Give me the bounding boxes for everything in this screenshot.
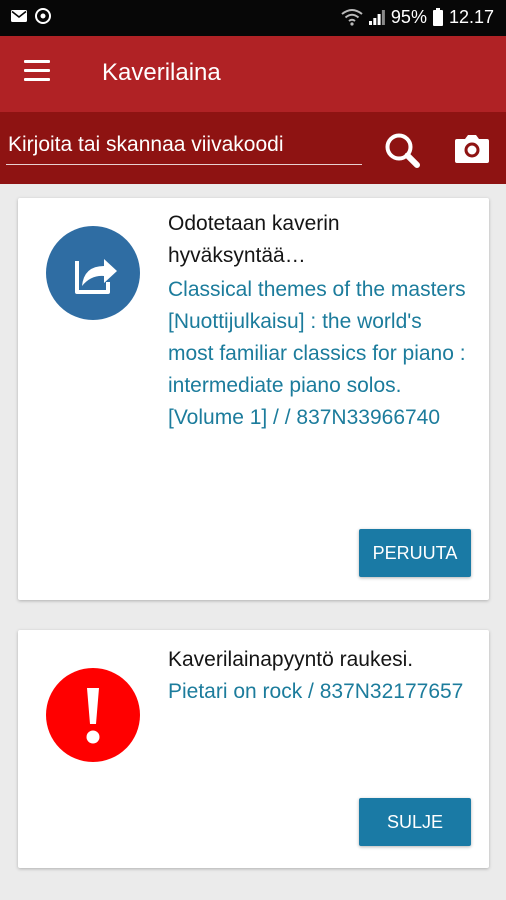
share-icon-badge bbox=[46, 226, 140, 320]
status-bar-right: 95% 12.17 bbox=[341, 6, 494, 28]
status-bar: 95% 12.17 bbox=[0, 0, 506, 36]
sync-icon bbox=[35, 8, 51, 24]
camera-icon bbox=[455, 135, 489, 163]
barcode-search-input[interactable] bbox=[6, 128, 362, 165]
battery-icon bbox=[432, 8, 443, 26]
menu-button[interactable] bbox=[22, 60, 58, 88]
search-icon bbox=[385, 133, 420, 168]
wifi-icon bbox=[341, 9, 363, 26]
pending-request-card: Odotetaan kaverin hyväksyntää… Classical… bbox=[18, 198, 489, 600]
clock: 12.17 bbox=[448, 7, 494, 27]
exclamation-icon bbox=[86, 688, 100, 744]
share-icon bbox=[75, 259, 117, 294]
signal-icon bbox=[368, 10, 385, 25]
app-bar: Kaverilaina bbox=[0, 36, 506, 112]
search-button[interactable] bbox=[380, 128, 424, 172]
card-item-link[interactable]: Classical themes of the masters [Nuottij… bbox=[168, 274, 468, 434]
cancel-button[interactable]: PERUUTA bbox=[359, 529, 471, 577]
exclamation-icon-badge bbox=[46, 668, 140, 762]
search-bar bbox=[0, 112, 506, 184]
camera-button[interactable] bbox=[452, 130, 492, 170]
card-status-text: Odotetaan kaverin hyväksyntää… bbox=[168, 212, 340, 267]
battery-percentage: 95% bbox=[390, 7, 427, 27]
status-bar-left bbox=[10, 7, 52, 25]
menu-icon bbox=[22, 60, 58, 81]
card-status-text: Kaverilainapyyntö raukesi. bbox=[168, 648, 414, 671]
mail-icon bbox=[11, 10, 27, 22]
expired-request-card: Kaverilainapyyntö raukesi. Pietari on ro… bbox=[18, 630, 489, 868]
close-button[interactable]: SULJE bbox=[359, 798, 471, 846]
app-title: Kaverilaina bbox=[102, 59, 221, 86]
card-item-link[interactable]: Pietari on rock / 837N32177657 bbox=[168, 676, 468, 708]
